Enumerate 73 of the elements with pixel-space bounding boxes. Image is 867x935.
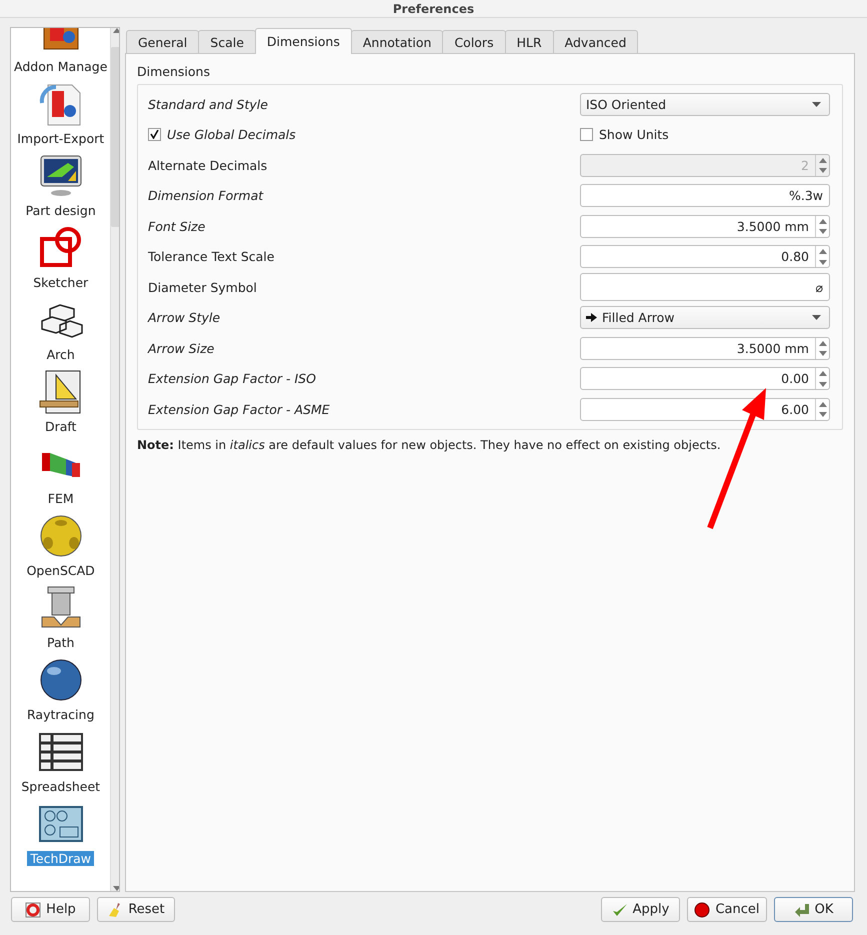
checkbox[interactable] bbox=[580, 128, 593, 142]
sidebar-item[interactable]: Import-Export bbox=[14, 131, 108, 146]
lifebuoy-icon bbox=[25, 902, 42, 918]
tab[interactable]: Advanced bbox=[552, 30, 638, 53]
field-label: Arrow Size bbox=[148, 340, 214, 356]
dialog-button[interactable]: Reset bbox=[97, 897, 175, 922]
sidebar-item[interactable]: Draft bbox=[42, 419, 80, 434]
spin-down-icon[interactable] bbox=[818, 260, 826, 264]
spin-down-icon[interactable] bbox=[818, 412, 826, 417]
spin-up-icon[interactable] bbox=[113, 28, 119, 33]
checkbox[interactable] bbox=[148, 128, 161, 142]
dropdown[interactable]: Filled Arrow bbox=[580, 306, 830, 330]
checkbox-label: Use Global Decimals bbox=[167, 127, 296, 142]
field-label: Tolerance Text Scale bbox=[148, 249, 274, 264]
field-label: Font Size bbox=[148, 218, 206, 234]
checkmark-icon bbox=[612, 902, 628, 918]
sidebar-item[interactable]: Spreadsheet bbox=[18, 779, 104, 794]
spin-down-icon[interactable] bbox=[818, 382, 826, 386]
return-arrow-icon bbox=[794, 902, 810, 918]
group-title: Dimensions bbox=[137, 64, 211, 79]
sidebar-item[interactable]: OpenSCAD bbox=[24, 563, 98, 578]
sidebar-item[interactable]: Path bbox=[44, 635, 78, 650]
input-field[interactable]: ⌀ bbox=[580, 273, 830, 302]
window-title: Preferences bbox=[392, 2, 474, 16]
field-label: Dimension Format bbox=[148, 188, 264, 204]
sidebar-item[interactable]: FEM bbox=[44, 491, 77, 506]
tab[interactable]: Annotation bbox=[350, 30, 444, 53]
tab[interactable]: Dimensions bbox=[254, 28, 352, 54]
note-text: Note: Items in italics are default values for new objects. They have no effect on existing objects. bbox=[137, 438, 721, 452]
dialog-button[interactable]: OK bbox=[774, 897, 853, 922]
tab[interactable]: HLR bbox=[504, 30, 554, 53]
field-label: Extension Gap Factor - ASME bbox=[148, 402, 330, 417]
field-label: Diameter Symbol bbox=[148, 280, 257, 295]
sidebar-item[interactable]: Arch bbox=[44, 347, 78, 362]
input-field[interactable]: %.3w bbox=[580, 184, 830, 208]
dialog-button[interactable]: Apply bbox=[601, 897, 680, 922]
spin-box[interactable]: 3.5000 mm bbox=[580, 214, 830, 238]
spin-down-icon[interactable] bbox=[113, 886, 119, 891]
monitor-icon bbox=[38, 153, 84, 199]
sidebar-item[interactable]: TechDraw bbox=[27, 851, 94, 866]
field-label: Extension Gap Factor - ISO bbox=[148, 371, 316, 386]
caret-icon bbox=[812, 102, 821, 107]
sidebar-item[interactable]: Sketcher bbox=[30, 275, 92, 290]
filled-arrow-icon bbox=[586, 313, 597, 322]
sidebar-item[interactable]: Part design bbox=[22, 203, 99, 218]
spin-down-icon[interactable] bbox=[818, 351, 826, 356]
field-label: Arrow Style bbox=[148, 310, 220, 326]
spin-box[interactable]: 0.80 bbox=[580, 245, 830, 268]
field-label: Alternate Decimals bbox=[148, 158, 268, 173]
spin-box[interactable]: 3.5000 mm bbox=[580, 336, 830, 360]
tab[interactable]: General bbox=[126, 30, 200, 53]
stop-icon bbox=[694, 902, 710, 918]
tab[interactable]: Colors bbox=[442, 30, 506, 53]
checkmark-icon bbox=[150, 130, 159, 140]
spin-up-icon[interactable] bbox=[818, 249, 826, 254]
spin-down-icon[interactable] bbox=[818, 229, 826, 234]
dropdown[interactable]: ISO Oriented bbox=[580, 92, 830, 116]
sphere-icon bbox=[38, 513, 84, 559]
spin-box[interactable]: 6.00 bbox=[580, 398, 830, 421]
caret-icon bbox=[812, 315, 821, 320]
sidebar-item[interactable]: Raytracing bbox=[24, 707, 98, 722]
sidebar-item[interactable]: Addon Manage bbox=[11, 59, 110, 74]
spin-up-icon[interactable] bbox=[818, 340, 826, 346]
dialog-button[interactable]: Help bbox=[11, 897, 90, 922]
dialog-button[interactable]: Cancel bbox=[687, 897, 767, 922]
tab[interactable]: Scale bbox=[198, 30, 256, 53]
checkbox-label: Show Units bbox=[599, 127, 669, 142]
spin-up-icon[interactable] bbox=[818, 218, 826, 224]
spin-up-icon[interactable] bbox=[818, 402, 826, 406]
spin-up-icon[interactable] bbox=[818, 371, 826, 376]
field-label: Standard and Style bbox=[148, 96, 268, 112]
spin-box[interactable]: 0.00 bbox=[580, 367, 830, 390]
ball-icon bbox=[38, 657, 84, 703]
